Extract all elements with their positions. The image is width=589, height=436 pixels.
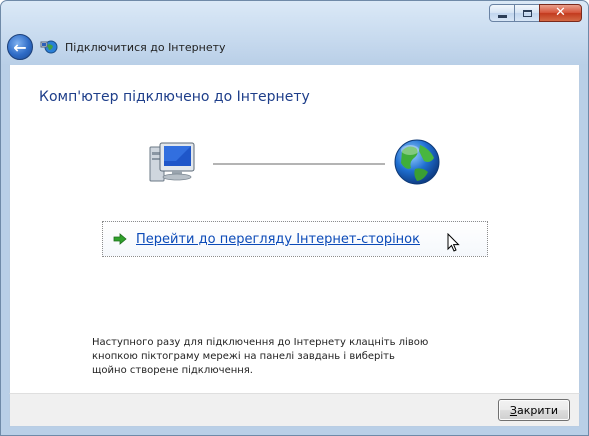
mouse-cursor-icon xyxy=(447,233,460,252)
network-connection-icon xyxy=(39,37,59,57)
browse-internet-link-label[interactable]: Перейти до перегляду Інтернет-сторінок xyxy=(136,232,420,247)
computer-icon xyxy=(149,142,195,182)
close-button-label: акрити xyxy=(516,403,559,417)
minimize-button[interactable] xyxy=(489,4,515,22)
maximize-icon xyxy=(522,9,532,17)
close-button-accelerator: З xyxy=(509,403,517,417)
close-button[interactable]: Закрити xyxy=(498,399,570,421)
browse-internet-link[interactable]: Перейти до перегляду Інтернет-сторінок xyxy=(102,221,488,257)
info-text-line-3: щойно створене підключення. xyxy=(92,365,253,376)
navigation-bar: ← Підключитися до Інтернету xyxy=(1,29,588,65)
caption-buttons: ✕ xyxy=(489,4,582,23)
window-title: Підключитися до Інтернету xyxy=(65,40,226,54)
back-arrow-icon: ← xyxy=(13,37,27,57)
info-text-line-2: кнопкою піктограму мережі на панелі завд… xyxy=(92,351,395,362)
close-window-button[interactable]: ✕ xyxy=(539,4,582,22)
content-panel: Комп'ютер підключено до Інтернету Перейт… xyxy=(9,65,580,393)
green-arrow-icon xyxy=(113,233,127,245)
app-window: ✕ ← Підключитися до Інтернету Комп'ютер … xyxy=(0,0,589,436)
connection-diagram xyxy=(10,65,579,205)
command-area: Закрити xyxy=(9,393,580,427)
close-icon: ✕ xyxy=(555,5,566,20)
globe-icon xyxy=(394,139,440,185)
minimize-icon xyxy=(497,14,507,18)
back-button[interactable]: ← xyxy=(7,34,33,60)
info-text: Наступного разу для підключення до Інтер… xyxy=(92,336,452,378)
maximize-button[interactable] xyxy=(514,4,540,22)
title-bar[interactable]: ✕ xyxy=(1,1,588,29)
info-text-line-1: Наступного разу для підключення до Інтер… xyxy=(92,337,429,348)
